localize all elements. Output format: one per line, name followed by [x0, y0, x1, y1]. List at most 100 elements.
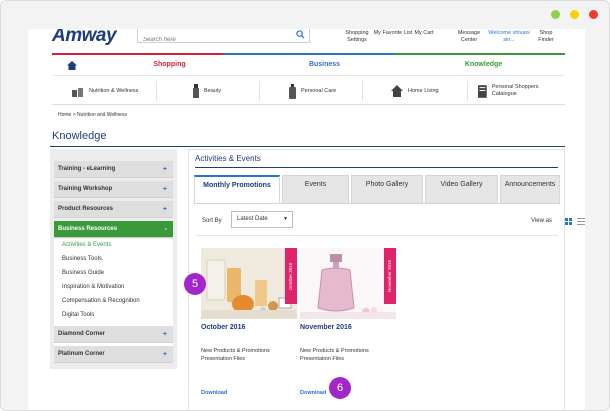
shop-finder-link[interactable]: Shop Finder — [533, 30, 559, 44]
sidebar-subitem-inspiration[interactable]: Inspiration & Motivation — [62, 284, 124, 290]
main-navigation: Shopping Business Knowledge — [52, 55, 565, 76]
category-label: Beauty — [204, 88, 222, 94]
sidebar-item-product-resources[interactable]: Product Resources + — [54, 201, 173, 218]
tab-photo-gallery[interactable]: Photo Gallery — [351, 175, 423, 204]
category-label: Personal Shoppers Catalogue — [491, 84, 539, 97]
category-home-living[interactable]: Home Living — [391, 77, 439, 105]
maximize-control[interactable] — [551, 10, 560, 19]
sort-select[interactable]: Latest Date ▼ — [231, 211, 293, 228]
title-underline — [50, 146, 565, 147]
promotion-card-october[interactable]: October 2016 October 2016 New Products &… — [201, 248, 297, 398]
category-label: Home Living — [408, 88, 439, 94]
divider — [156, 81, 157, 101]
nav-business[interactable]: Business — [247, 55, 402, 75]
grid-view-icon[interactable] — [565, 218, 572, 225]
card-title[interactable]: October 2016 — [201, 324, 245, 331]
window-titlebar — [1, 1, 609, 29]
collapse-icon[interactable]: - — [165, 221, 167, 238]
divider — [259, 81, 260, 101]
callout-marker-5: 5 — [184, 273, 206, 295]
category-label: Nutrition & Wellness — [89, 88, 139, 94]
tab-video-gallery[interactable]: Video Gallery — [425, 175, 498, 204]
expand-icon[interactable]: + — [163, 201, 167, 218]
sidebar-subitem-compensation[interactable]: Compensation & Recognition — [62, 298, 140, 304]
expand-icon[interactable]: + — [163, 161, 167, 178]
shopping-settings-link[interactable]: Shopping Settings — [337, 30, 377, 44]
sidebar-item-training-workshop[interactable]: Training Workshop + — [54, 181, 173, 198]
sidebar-item-business-resources[interactable]: Business Resources - — [54, 221, 173, 238]
close-control[interactable] — [589, 10, 598, 19]
sort-value: Latest Date — [237, 216, 268, 222]
sidebar-item-training-elearning[interactable]: Training - eLearning + — [54, 161, 173, 178]
page-title: Knowledge — [52, 130, 107, 142]
favorite-list-link[interactable]: My Favorite List — [373, 30, 413, 37]
tab-bar: Monthly Promotions Events Photo Gallery … — [194, 175, 560, 204]
category-catalogue[interactable]: Personal Shoppers Catalogue — [478, 77, 563, 105]
download-link[interactable]: Download — [201, 390, 227, 396]
chevron-down-icon: ▼ — [283, 216, 288, 222]
download-link[interactable]: Download — [300, 390, 326, 396]
tab-announcements[interactable]: Announcements — [500, 175, 560, 204]
nav-knowledge[interactable]: Knowledge — [402, 55, 565, 75]
callout-marker-6: 6 — [329, 377, 351, 399]
promotion-card-november[interactable]: November 2016 November 2016 New Products… — [300, 248, 396, 398]
date-ribbon: October 2016 — [285, 248, 297, 304]
sidebar-subitem-activities-events[interactable]: Activities & Events — [62, 242, 111, 248]
sidebar-item-diamond-corner[interactable]: Diamond Corner + — [54, 326, 173, 343]
expand-icon[interactable]: + — [163, 346, 167, 363]
home-living-icon — [391, 85, 403, 97]
sidebar-subitem-digital-tools[interactable]: Digital Tools — [62, 312, 94, 318]
date-ribbon: November 2016 — [384, 248, 396, 304]
breadcrumb[interactable]: Home > Nutrition and Wellness — [58, 112, 127, 118]
sidebar-subitem-business-tools[interactable]: Business Tools — [62, 256, 102, 262]
browser-window: Amway Shopping Settings My Favorite List… — [0, 0, 610, 411]
card-description: New Products & Promotions Presentation F… — [201, 348, 270, 362]
category-beauty[interactable]: Beauty — [193, 77, 221, 105]
view-as-label: View as — [531, 218, 552, 224]
tab-events[interactable]: Events — [282, 175, 349, 204]
web-page: Amway Shopping Settings My Favorite List… — [28, 29, 585, 410]
nutrition-icon — [72, 88, 83, 97]
my-cart-link[interactable]: My Cart — [411, 30, 437, 37]
sidebar-item-label: Training - eLearning — [58, 166, 116, 172]
search-icon[interactable] — [296, 30, 305, 39]
welcome-user-link[interactable]: Welcome shivani sin... — [486, 30, 532, 44]
sidebar-item-label: Diamond Corner — [58, 331, 106, 337]
product-photo — [201, 248, 297, 319]
sidebar-item-platinum-corner[interactable]: Platinum Corner + — [54, 346, 173, 363]
product-photo — [300, 248, 396, 319]
category-label: Personal Care — [301, 88, 337, 94]
sort-label: Sort By — [202, 218, 222, 224]
sidebar-subitem-business-guide[interactable]: Business Guide — [62, 270, 104, 276]
november-promo-image[interactable]: November 2016 — [300, 248, 396, 319]
home-button[interactable] — [52, 55, 92, 75]
catalogue-icon — [478, 84, 487, 98]
minimize-control[interactable] — [570, 10, 579, 19]
category-navigation: Nutrition & Wellness Beauty Personal Car… — [52, 77, 565, 105]
sidebar-item-label: Platinum Corner — [58, 351, 105, 357]
sidebar-item-label: Product Resources — [58, 206, 114, 212]
october-promo-image[interactable]: October 2016 — [201, 248, 297, 319]
category-nutrition[interactable]: Nutrition & Wellness — [72, 77, 138, 105]
card-description: New Products & Promotions Presentation F… — [300, 348, 369, 362]
amway-logo[interactable]: Amway — [52, 29, 117, 47]
site-header: Amway Shopping Settings My Favorite List… — [28, 29, 585, 53]
list-view-icon[interactable] — [577, 218, 585, 225]
divider — [362, 81, 363, 101]
card-title[interactable]: November 2016 — [300, 324, 352, 331]
tab-monthly-promotions[interactable]: Monthly Promotions — [194, 175, 280, 204]
message-center-link[interactable]: Message Center — [449, 30, 489, 44]
section-underline — [195, 167, 558, 168]
category-personal-care[interactable]: Personal Care — [289, 77, 336, 105]
expand-icon[interactable]: + — [163, 181, 167, 198]
divider — [467, 81, 468, 101]
content-panel: Activities & Events Monthly Promotions E… — [188, 149, 585, 410]
tab-underline — [194, 203, 560, 204]
sidebar-item-label: Business Resources — [58, 226, 118, 232]
home-icon — [67, 60, 77, 70]
search-box[interactable] — [137, 29, 310, 47]
nav-shopping[interactable]: Shopping — [92, 55, 247, 75]
expand-icon[interactable]: + — [163, 326, 167, 343]
sidebar-item-label: Training Workshop — [58, 186, 113, 192]
search-input[interactable] — [138, 33, 288, 47]
